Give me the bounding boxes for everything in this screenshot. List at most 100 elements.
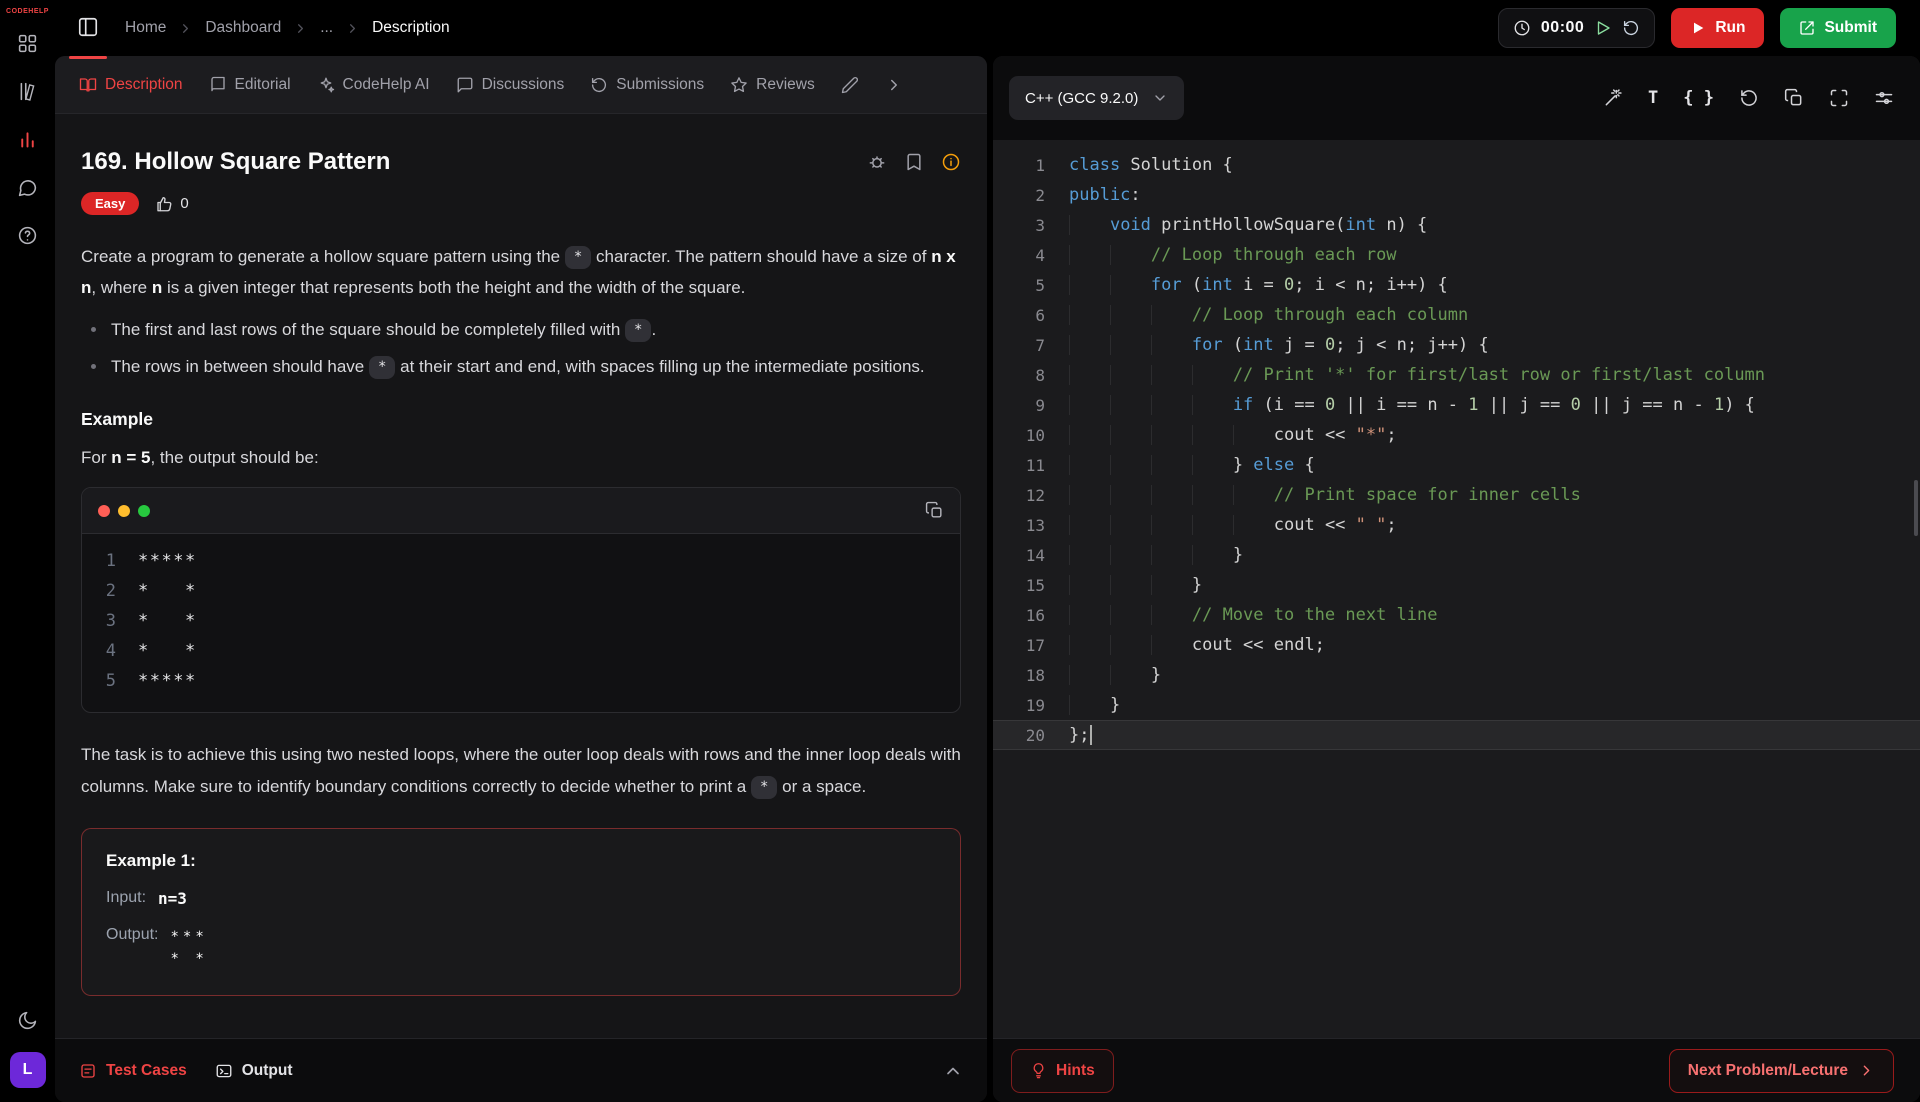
breadcrumb-item[interactable]: ... (320, 19, 333, 37)
code-line[interactable]: 11 } else { (993, 450, 1920, 480)
code-line[interactable]: 20}; (993, 720, 1920, 750)
breadcrumb: Home Dashboard... Description (125, 19, 450, 37)
bullet-item: The first and last rows of the square sh… (81, 314, 961, 345)
input-label: Input: (106, 889, 146, 907)
tab-description[interactable]: Description (79, 76, 183, 94)
dark-mode-moon-icon[interactable] (16, 1010, 40, 1034)
tab-discussions[interactable]: Discussions (456, 76, 565, 94)
submit-external-icon (1799, 20, 1815, 36)
page-title: 169. Hollow Square Pattern (81, 148, 390, 176)
problem-tabbar: Description Editorial CodeHelp AI Discussio… (55, 56, 987, 114)
likes-counter[interactable]: 0 (155, 195, 188, 213)
code-line[interactable]: 15 } (993, 570, 1920, 600)
output-label: Output: (106, 926, 158, 944)
text-size-icon[interactable]: T (1648, 88, 1658, 108)
terminal-line: 5***** (82, 666, 960, 696)
example-1-title: Example 1: (106, 851, 936, 871)
timer-play-icon[interactable] (1594, 19, 1612, 37)
reset-code-icon[interactable] (1739, 88, 1759, 108)
output-terminal-icon (215, 1062, 233, 1080)
code-line[interactable]: 3 void printHollowSquare(int n) { (993, 210, 1920, 240)
edit-pencil-icon[interactable] (841, 76, 859, 94)
problem-bullets: The first and last rows of the square sh… (81, 314, 961, 383)
breadcrumb-separator-chevron-icon (293, 21, 308, 36)
code-line[interactable]: 2public: (993, 180, 1920, 210)
braces-icon[interactable]: { } (1683, 88, 1714, 108)
problem-content: 169. Hollow Square Pattern (55, 114, 987, 1038)
code-line[interactable]: 5 for (int i = 0; i < n; i++) { (993, 270, 1920, 300)
terminal-dot-green (138, 505, 150, 517)
bookmark-icon[interactable] (904, 152, 924, 172)
library-icon[interactable] (16, 81, 40, 105)
lightbulb-icon (1030, 1062, 1047, 1079)
code-line[interactable]: 8 // Print '*' for first/last row or fir… (993, 360, 1920, 390)
breadcrumb-item[interactable]: Description (372, 19, 450, 37)
tabs-scroll-chevron-icon[interactable] (885, 76, 903, 94)
copy-icon[interactable] (925, 501, 944, 520)
code-line[interactable]: 9 if (i == 0 || i == n - 1 || j == 0 || … (993, 390, 1920, 420)
info-icon[interactable] (941, 152, 961, 172)
code-line[interactable]: 1class Solution { (993, 150, 1920, 180)
hints-button[interactable]: Hints (1011, 1049, 1114, 1093)
tab-codehelp-ai[interactable]: CodeHelp AI (317, 76, 430, 94)
code-line[interactable]: 7 for (int j = 0; j < n; j++) { (993, 330, 1920, 360)
tab-test-cases[interactable]: Test Cases (79, 1062, 187, 1080)
codehelp-logo: CODEHELP (6, 8, 49, 15)
code-line[interactable]: 19 } (993, 690, 1920, 720)
format-wand-icon[interactable] (1603, 88, 1623, 108)
editor-toolbar: C++ (GCC 9.2.0) T { } (993, 56, 1920, 140)
next-problem-button[interactable]: Next Problem/Lecture (1669, 1049, 1894, 1093)
code-line[interactable]: 14 } (993, 540, 1920, 570)
output-terminal: 1*****2* *3* *4* *5***** (81, 487, 961, 713)
submit-button[interactable]: Submit (1780, 8, 1896, 48)
active-route-indicator (69, 56, 107, 59)
editor-footer: Hints Next Problem/Lecture (993, 1038, 1920, 1102)
code-line[interactable]: 18 } (993, 660, 1920, 690)
difficulty-badge: Easy (81, 192, 139, 215)
input-value: n=3 (158, 889, 187, 908)
breadcrumb-separator-chevron-icon (178, 21, 193, 36)
timer-reset-icon[interactable] (1622, 19, 1640, 37)
terminal-dot-yellow (118, 505, 130, 517)
terminal-line: 2* * (82, 576, 960, 606)
breadcrumb-item[interactable]: Home (125, 19, 166, 37)
terminal-line: 1***** (82, 546, 960, 576)
terminal-line: 4* * (82, 636, 960, 666)
dashboard-grid-icon[interactable] (16, 33, 40, 57)
editor-scrollbar[interactable] (1914, 480, 1918, 536)
app: CODEHELP L (0, 0, 1920, 1102)
breadcrumb-item[interactable]: Dashboard (205, 19, 281, 37)
code-line[interactable]: 6 // Loop through each column (993, 300, 1920, 330)
help-icon[interactable] (16, 225, 40, 249)
language-select[interactable]: C++ (GCC 9.2.0) (1009, 76, 1184, 120)
sidebar-toggle-icon[interactable] (77, 16, 99, 41)
inline-code-star: * (751, 776, 777, 799)
settings-sliders-icon[interactable] (1874, 88, 1894, 108)
code-line[interactable]: 10 cout << "*"; (993, 420, 1920, 450)
debug-bug-icon[interactable] (867, 152, 887, 172)
tab-editorial[interactable]: Editorial (209, 76, 291, 94)
fullscreen-icon[interactable] (1829, 88, 1849, 108)
inline-code-star: * (565, 246, 591, 269)
tab-reviews[interactable]: Reviews (730, 76, 815, 94)
tab-output[interactable]: Output (215, 1062, 293, 1080)
chat-icon[interactable] (16, 177, 40, 201)
chevron-right-icon (1858, 1062, 1875, 1079)
example-1-box: Example 1: Input: n=3 Output: *** * * (81, 828, 961, 996)
collapse-panel-chevron-icon[interactable] (943, 1061, 963, 1081)
timer: 00:00 (1498, 8, 1655, 48)
code-line[interactable]: 13 cout << " "; (993, 510, 1920, 540)
run-button[interactable]: Run (1671, 8, 1764, 48)
timer-value: 00:00 (1541, 19, 1584, 37)
code-line[interactable]: 12 // Print space for inner cells (993, 480, 1920, 510)
tab-submissions[interactable]: Submissions (590, 76, 704, 94)
code-line[interactable]: 17 cout << endl; (993, 630, 1920, 660)
stats-chart-icon[interactable] (16, 129, 40, 153)
terminal-dot-red (98, 505, 110, 517)
code-editor[interactable]: 1class Solution {2public:3 void printHol… (993, 140, 1920, 1038)
code-line[interactable]: 4 // Loop through each row (993, 240, 1920, 270)
code-line[interactable]: 16 // Move to the next line (993, 600, 1920, 630)
user-avatar[interactable]: L (10, 1052, 46, 1088)
copy-code-icon[interactable] (1784, 88, 1804, 108)
topbar: Home Dashboard... Description 00:00 Run (55, 0, 1920, 56)
